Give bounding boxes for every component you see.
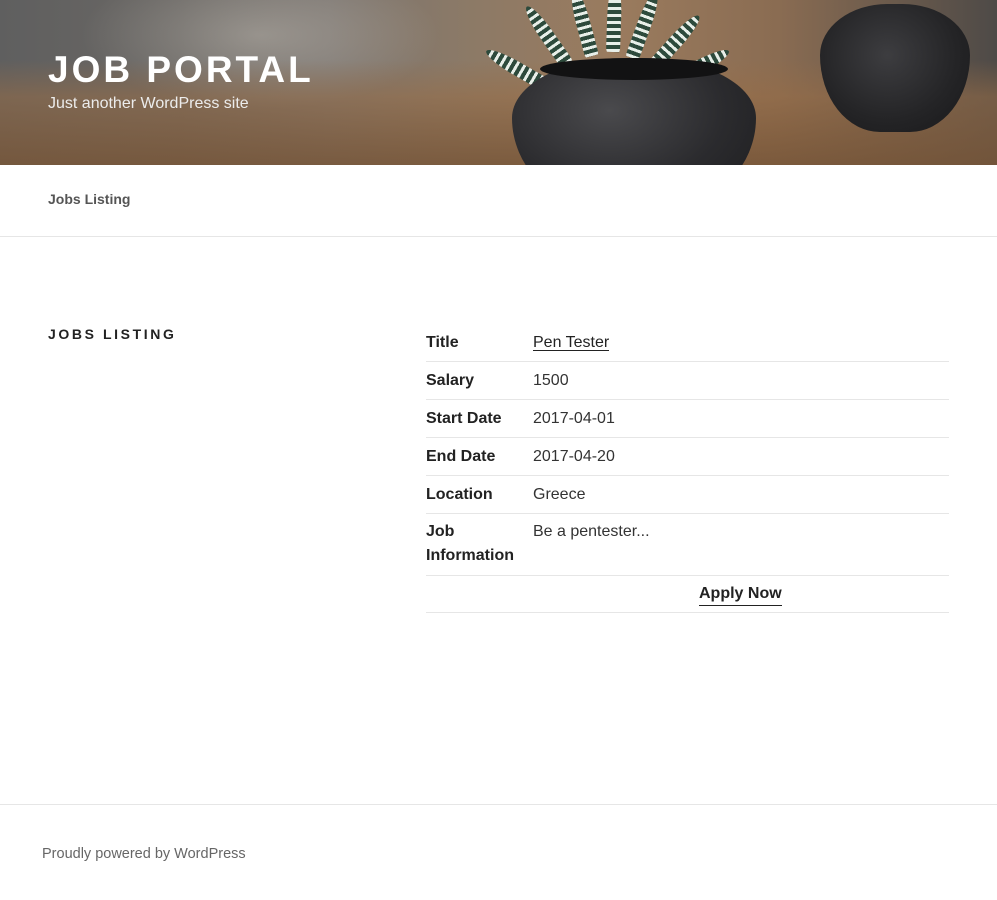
job-field-value: 2017-04-01	[533, 399, 949, 438]
site-branding: JOB PORTAL Just another WordPress site	[48, 48, 314, 114]
table-row: Apply Now	[426, 575, 949, 613]
table-row: Title Pen Tester	[426, 324, 949, 362]
job-field-label: Job Information	[426, 513, 533, 576]
job-field-value: Pen Tester	[533, 324, 949, 362]
apply-cell: Apply Now	[426, 575, 949, 613]
site-tagline: Just another WordPress site	[48, 95, 249, 112]
job-field-label: Salary	[426, 361, 533, 400]
footer-credit-link[interactable]: Proudly powered by WordPress	[42, 846, 246, 862]
plant-pot-rim	[540, 58, 728, 80]
site-header: JOB PORTAL Just another WordPress site	[0, 0, 997, 165]
page-title: JOBS LISTING	[48, 326, 177, 342]
job-field-value: Be a pentester...	[533, 513, 949, 576]
job-field-value: 2017-04-20	[533, 437, 949, 476]
job-field-label: Location	[426, 475, 533, 514]
job-field-label: Title	[426, 324, 533, 362]
job-title-link[interactable]: Pen Tester	[533, 334, 609, 351]
job-field-value: Greece	[533, 475, 949, 514]
site-footer: Proudly powered by WordPress	[0, 804, 997, 900]
table-row: End Date 2017-04-20	[426, 437, 949, 476]
table-row: Location Greece	[426, 475, 949, 514]
table-row: Start Date 2017-04-01	[426, 399, 949, 438]
job-field-value: 1500	[533, 361, 949, 400]
apply-now-link[interactable]: Apply Now	[699, 582, 782, 606]
table-row: Salary 1500	[426, 361, 949, 400]
main-navigation: Jobs Listing	[0, 165, 997, 237]
job-details-table: Title Pen Tester Salary 1500 Start Date …	[426, 324, 949, 613]
job-field-label: End Date	[426, 437, 533, 476]
nav-item-jobs-listing[interactable]: Jobs Listing	[48, 191, 130, 207]
site-title-link[interactable]: JOB PORTAL	[48, 48, 314, 92]
table-row: Job Information Be a pentester...	[426, 513, 949, 576]
plant-pot-image	[820, 4, 970, 132]
job-field-label: Start Date	[426, 399, 533, 438]
